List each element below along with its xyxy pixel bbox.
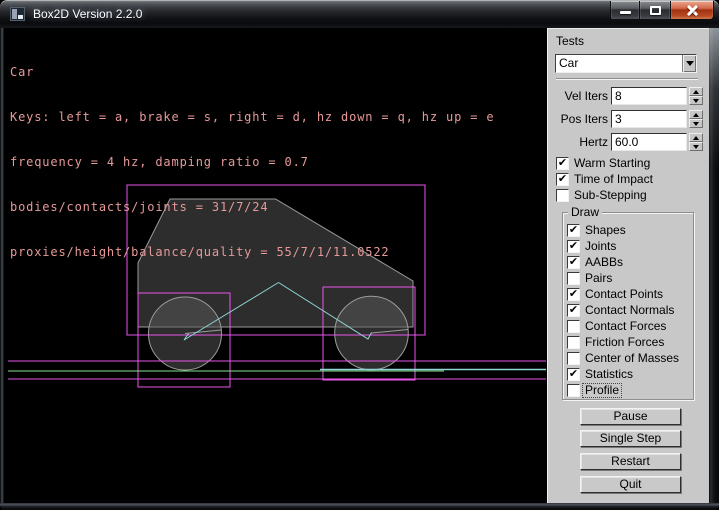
overlay-body-stats: bodies/contacts/joints = 31/7/24 bbox=[10, 200, 494, 215]
checkbox-contact-normals[interactable]: ✔ bbox=[567, 304, 580, 317]
checkbox-contact-points[interactable]: ✔ bbox=[567, 288, 580, 301]
checkbox-joints[interactable]: ✔ bbox=[567, 240, 580, 253]
simulation-canvas[interactable]: Car Keys: left = a, brake = s, right = d… bbox=[4, 28, 547, 503]
draw-group: Draw ✔Shapes✔Joints✔AABBsPairs✔Contact P… bbox=[562, 212, 694, 400]
caret-up-icon bbox=[693, 136, 699, 140]
close-button[interactable] bbox=[670, 1, 714, 20]
quit-button[interactable]: Quit bbox=[580, 476, 681, 493]
caret-down-icon bbox=[686, 61, 694, 66]
restart-button[interactable]: Restart bbox=[580, 453, 681, 470]
checkbox-pairs[interactable] bbox=[567, 272, 580, 285]
checkbox-label-profile: Profile bbox=[583, 384, 621, 397]
checkbox-aabbs[interactable]: ✔ bbox=[567, 256, 580, 269]
overlay-test-name: Car bbox=[10, 65, 494, 80]
checkbox-label-center-of-masses: Center of Masses bbox=[585, 352, 679, 365]
checkbox-label-contact-points: Contact Points bbox=[585, 288, 663, 301]
vel-iters-spinner-down[interactable] bbox=[689, 96, 703, 105]
tests-dropdown-value: Car bbox=[559, 56, 578, 71]
minimize-icon bbox=[620, 11, 631, 14]
checkbox-shapes[interactable]: ✔ bbox=[567, 224, 580, 237]
checkbox-sub-stepping[interactable] bbox=[556, 189, 569, 202]
debug-text-overlay: Car Keys: left = a, brake = s, right = d… bbox=[10, 35, 494, 290]
tests-label: Tests bbox=[556, 35, 584, 48]
checkbox-label-shapes: Shapes bbox=[585, 224, 626, 237]
app-icon[interactable] bbox=[10, 7, 25, 21]
caret-down-icon bbox=[693, 99, 699, 103]
vel-iters-input[interactable]: 8 bbox=[611, 87, 687, 105]
checkbox-label-contact-forces: Contact Forces bbox=[585, 320, 666, 333]
hertz-label: Hertz bbox=[548, 136, 608, 149]
checkbox-contact-forces[interactable] bbox=[567, 320, 580, 333]
caret-down-icon bbox=[693, 122, 699, 126]
checkbox-label-statistics: Statistics bbox=[585, 368, 633, 381]
draw-group-title: Draw bbox=[568, 206, 602, 219]
maximize-icon bbox=[650, 6, 661, 15]
maximize-button[interactable] bbox=[640, 1, 670, 20]
vel-iters-spinner bbox=[689, 87, 703, 105]
separator bbox=[556, 78, 698, 79]
vel-iters-label: Vel Iters bbox=[548, 90, 608, 103]
pos-iters-spinner bbox=[689, 110, 703, 128]
checkbox-label-time-of-impact: Time of Impact bbox=[574, 173, 653, 186]
single-step-button[interactable]: Single Step bbox=[580, 430, 681, 447]
hertz-spinner bbox=[689, 133, 703, 151]
tests-dropdown[interactable]: Car bbox=[555, 54, 697, 73]
window-border-left bbox=[0, 28, 4, 503]
minimize-button[interactable] bbox=[610, 1, 640, 20]
overlay-keys-help: Keys: left = a, brake = s, right = d, hz… bbox=[10, 110, 494, 125]
caret-up-icon bbox=[693, 90, 699, 94]
caret-up-icon bbox=[693, 113, 699, 117]
caption-buttons bbox=[610, 1, 714, 20]
checkbox-friction-forces[interactable] bbox=[567, 336, 580, 349]
overlay-proxy-stats: proxies/height/balance/quality = 55/7/1/… bbox=[10, 245, 494, 260]
checkbox-profile[interactable] bbox=[567, 384, 580, 397]
window-title: Box2D Version 2.2.0 bbox=[33, 7, 142, 21]
hertz-row: Hertz60.0 bbox=[548, 133, 710, 152]
box2d-window: Box2D Version 2.2.0 Car Keys: left = a, … bbox=[0, 0, 719, 510]
tests-dropdown-button[interactable] bbox=[682, 55, 696, 72]
titlebar[interactable]: Box2D Version 2.2.0 bbox=[0, 0, 719, 28]
hertz-input[interactable]: 60.0 bbox=[611, 133, 687, 151]
caret-down-icon bbox=[693, 145, 699, 149]
checkbox-label-joints: Joints bbox=[585, 240, 616, 253]
overlay-frequency: frequency = 4 hz, damping ratio = 0.7 bbox=[10, 155, 494, 170]
checkbox-label-contact-normals: Contact Normals bbox=[585, 304, 674, 317]
pos-iters-input[interactable]: 3 bbox=[611, 110, 687, 128]
checkbox-label-pairs: Pairs bbox=[585, 272, 612, 285]
checkbox-time-of-impact[interactable]: ✔ bbox=[556, 173, 569, 186]
checkbox-label-warm-starting: Warm Starting bbox=[574, 157, 650, 170]
checkbox-label-sub-stepping: Sub-Stepping bbox=[574, 189, 647, 202]
pos-iters-spinner-down[interactable] bbox=[689, 119, 703, 128]
pos-iters-row: Pos Iters3 bbox=[548, 110, 710, 129]
control-panel: Tests Car Vel Iters8Pos Iters3Hertz60.0 … bbox=[547, 28, 709, 503]
pos-iters-spinner-up[interactable] bbox=[689, 110, 703, 119]
checkbox-warm-starting[interactable]: ✔ bbox=[556, 157, 569, 170]
checkbox-statistics[interactable]: ✔ bbox=[567, 368, 580, 381]
window-border-right bbox=[709, 28, 719, 503]
pos-iters-label: Pos Iters bbox=[548, 113, 608, 126]
checkbox-label-friction-forces: Friction Forces bbox=[585, 336, 664, 349]
checkbox-label-aabbs: AABBs bbox=[585, 256, 623, 269]
hertz-spinner-up[interactable] bbox=[689, 133, 703, 142]
window-border-bottom bbox=[0, 503, 719, 510]
checkbox-center-of-masses[interactable] bbox=[567, 352, 580, 365]
vel-iters-spinner-up[interactable] bbox=[689, 87, 703, 96]
pause-button[interactable]: Pause bbox=[580, 408, 681, 425]
close-icon bbox=[685, 4, 700, 17]
hertz-spinner-down[interactable] bbox=[689, 142, 703, 151]
vel-iters-row: Vel Iters8 bbox=[548, 87, 710, 106]
